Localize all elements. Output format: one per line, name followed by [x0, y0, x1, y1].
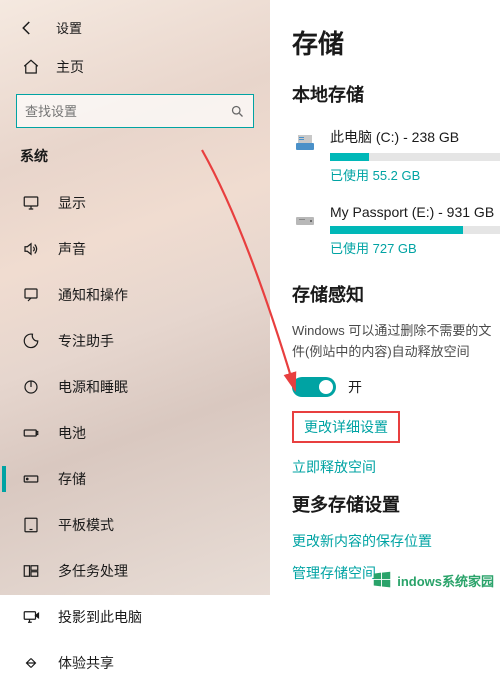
shared-icon [22, 654, 40, 672]
nav-item-label: 显示 [58, 193, 86, 213]
nav-item-label: 存储 [58, 469, 86, 489]
change-detail-link[interactable]: 更改详细设置 [292, 411, 400, 443]
nav-item-label: 平板模式 [58, 515, 114, 535]
nav-item-label: 投影到此电脑 [58, 607, 142, 627]
search-box[interactable] [16, 94, 254, 128]
nav-item-display[interactable]: 显示 [0, 180, 270, 226]
drive-usage-bar [330, 153, 500, 161]
search-input[interactable] [25, 104, 229, 119]
free-now-link[interactable]: 立即释放空间 [292, 457, 500, 477]
notify-icon [22, 286, 40, 304]
drive-icon-external [292, 206, 318, 232]
nav-item-multi[interactable]: 多任务处理 [0, 548, 270, 594]
nav-list: 显示声音通知和操作专注助手电源和睡眠电池存储平板模式多任务处理投影到此电脑体验共… [0, 180, 270, 686]
storage-sense-desc: Windows 可以通过删除不需要的文件(例站中的内容)自动释放空间 [292, 321, 500, 363]
drive-icon-local [292, 129, 318, 155]
nav-item-notify[interactable]: 通知和操作 [0, 272, 270, 318]
nav-home[interactable]: 主页 [0, 47, 270, 89]
nav-item-label: 电池 [58, 423, 86, 443]
nav-item-shared[interactable]: 体验共享 [0, 640, 270, 686]
drive-row-c[interactable]: 此电脑 (C:) - 238 GB 已使用 55.2 GB [292, 121, 500, 194]
watermark: indows系统家园 [371, 569, 494, 591]
back-icon[interactable] [18, 19, 36, 37]
nav-section-title: 系统 [0, 146, 270, 180]
nav-item-storage[interactable]: 存储 [0, 456, 270, 502]
content-pane: 存储 本地存储 此电脑 (C:) - 238 GB 已使用 55.2 GB My… [270, 0, 500, 595]
local-storage-heading: 本地存储 [292, 81, 500, 107]
tablet-icon [22, 516, 40, 534]
drive-name: 此电脑 (C:) - 238 GB [330, 127, 500, 147]
nav-home-label: 主页 [56, 57, 84, 77]
drive-usage-bar [330, 226, 500, 234]
power-icon [22, 378, 40, 396]
nav-item-sound[interactable]: 声音 [0, 226, 270, 272]
storage-sense-toggle[interactable] [292, 377, 336, 397]
windows-logo-icon [371, 569, 393, 591]
nav-item-focus[interactable]: 专注助手 [0, 318, 270, 364]
window-title: 设置 [56, 18, 82, 37]
storage-sense-heading: 存储感知 [292, 281, 500, 307]
change-save-location-link[interactable]: 更改新内容的保存位置 [292, 531, 500, 551]
project-icon [22, 608, 40, 626]
nav-item-tablet[interactable]: 平板模式 [0, 502, 270, 548]
nav-item-label: 专注助手 [58, 331, 114, 351]
home-icon [22, 58, 40, 76]
multi-icon [22, 562, 40, 580]
drive-row-e[interactable]: My Passport (E:) - 931 GB 已使用 727 GB [292, 198, 500, 267]
drive-used-link[interactable]: 已使用 727 GB [330, 238, 500, 257]
nav-item-project[interactable]: 投影到此电脑 [0, 594, 270, 640]
nav-item-label: 体验共享 [58, 653, 114, 673]
sound-icon [22, 240, 40, 258]
nav-item-label: 通知和操作 [58, 285, 128, 305]
nav-item-label: 声音 [58, 239, 86, 259]
settings-nav-pane: 设置 主页 系统 显示声音通知和操作专注助手电源和睡眠电池存储平板模式多任务处理… [0, 0, 270, 595]
more-storage-heading: 更多存储设置 [292, 491, 500, 517]
drive-name: My Passport (E:) - 931 GB [330, 204, 500, 220]
nav-item-battery[interactable]: 电池 [0, 410, 270, 456]
nav-item-power[interactable]: 电源和睡眠 [0, 364, 270, 410]
watermark-text: indows系统家园 [397, 571, 494, 590]
focus-icon [22, 332, 40, 350]
nav-item-label: 多任务处理 [58, 561, 128, 581]
storage-icon [22, 470, 40, 488]
page-title: 存储 [292, 24, 500, 61]
drive-used-link[interactable]: 已使用 55.2 GB [330, 165, 500, 184]
nav-item-label: 电源和睡眠 [58, 377, 128, 397]
display-icon [22, 194, 40, 212]
toggle-label: 开 [348, 377, 362, 397]
battery-icon [22, 424, 40, 442]
search-icon [229, 103, 245, 119]
